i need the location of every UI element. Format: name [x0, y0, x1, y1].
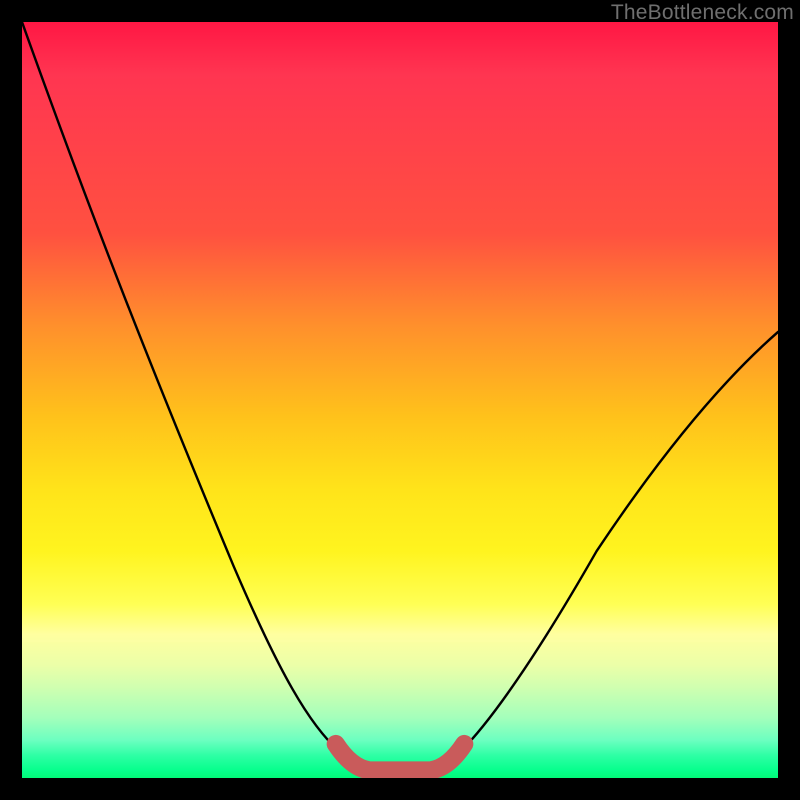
- attribution-text: TheBottleneck.com: [611, 1, 794, 25]
- bottleneck-curve: [22, 22, 778, 772]
- curves-svg: [22, 22, 778, 778]
- chart-container: TheBottleneck.com: [0, 0, 800, 800]
- basin-highlight: [336, 744, 465, 770]
- plot-area: [22, 22, 778, 778]
